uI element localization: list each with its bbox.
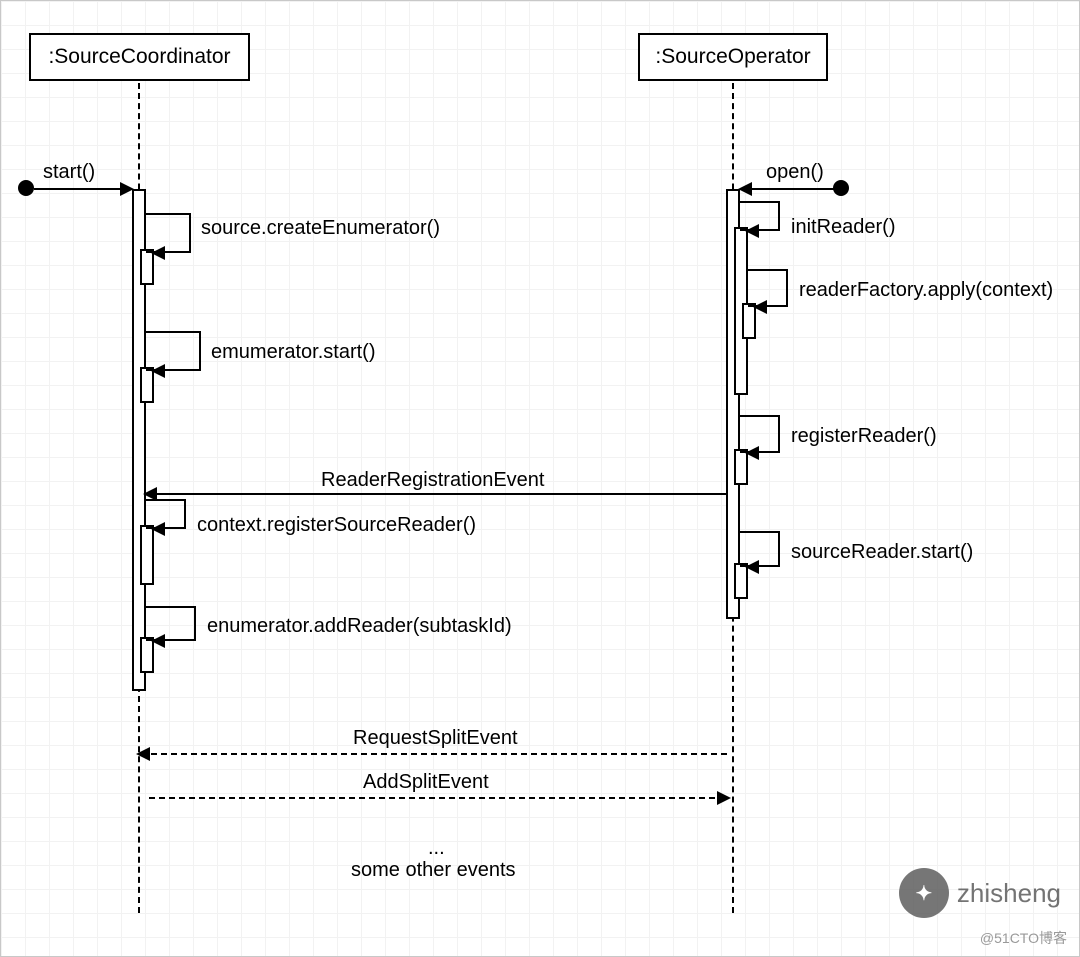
arrow-icon [745, 446, 759, 460]
arrow-icon [745, 560, 759, 574]
participant-source-operator: :SourceOperator [638, 33, 828, 81]
msg-readerfactory: readerFactory.apply(context) [799, 279, 1053, 302]
msg-enumaddreader: enumerator.addReader(subtaskId) [207, 615, 512, 638]
msg-emumstart: emumerator.start() [211, 341, 375, 364]
found-message-dot [18, 180, 34, 196]
arrow-icon [151, 364, 165, 378]
arrow-icon [717, 791, 731, 805]
arrow-icon [151, 522, 165, 536]
msg-addsplit: AddSplitEvent [363, 771, 489, 794]
msg-readerregevent: ReaderRegistrationEvent [321, 469, 544, 492]
watermark-platform: @51CTO博客 [980, 928, 1067, 948]
msg-initreader: initReader() [791, 216, 895, 239]
participant-source-coordinator: :SourceCoordinator [29, 33, 250, 81]
arrow-icon [745, 224, 759, 238]
ellipsis: ... [428, 837, 445, 860]
watermark-brand: ✦ zhisheng [899, 868, 1061, 918]
line-readerregevent [151, 493, 726, 495]
msg-start: start() [43, 161, 95, 184]
line-requestsplit [151, 753, 727, 755]
participant-label: :SourceOperator [655, 45, 810, 68]
msg-createenum: source.createEnumerator() [201, 217, 440, 240]
sequence-diagram: :SourceCoordinator :SourceOperator start… [0, 0, 1080, 957]
watermark-text: zhisheng [957, 878, 1061, 909]
line-start [34, 188, 130, 190]
arrow-icon [151, 246, 165, 260]
msg-contextregister: context.registerSourceReader() [197, 514, 476, 537]
arrow-icon [151, 634, 165, 648]
msg-open: open() [766, 161, 824, 184]
arrow-icon [136, 747, 150, 761]
arrow-icon [738, 182, 752, 196]
line-open [745, 188, 841, 190]
arrow-icon [753, 300, 767, 314]
msg-otherevents: some other events [351, 859, 516, 882]
msg-srcreaderstart: sourceReader.start() [791, 541, 973, 564]
arrow-icon [143, 487, 157, 501]
participant-label: :SourceCoordinator [48, 45, 230, 68]
msg-requestsplit: RequestSplitEvent [353, 727, 518, 750]
line-addsplit [149, 797, 725, 799]
msg-registerreader: registerReader() [791, 425, 937, 448]
wechat-icon: ✦ [899, 868, 949, 918]
